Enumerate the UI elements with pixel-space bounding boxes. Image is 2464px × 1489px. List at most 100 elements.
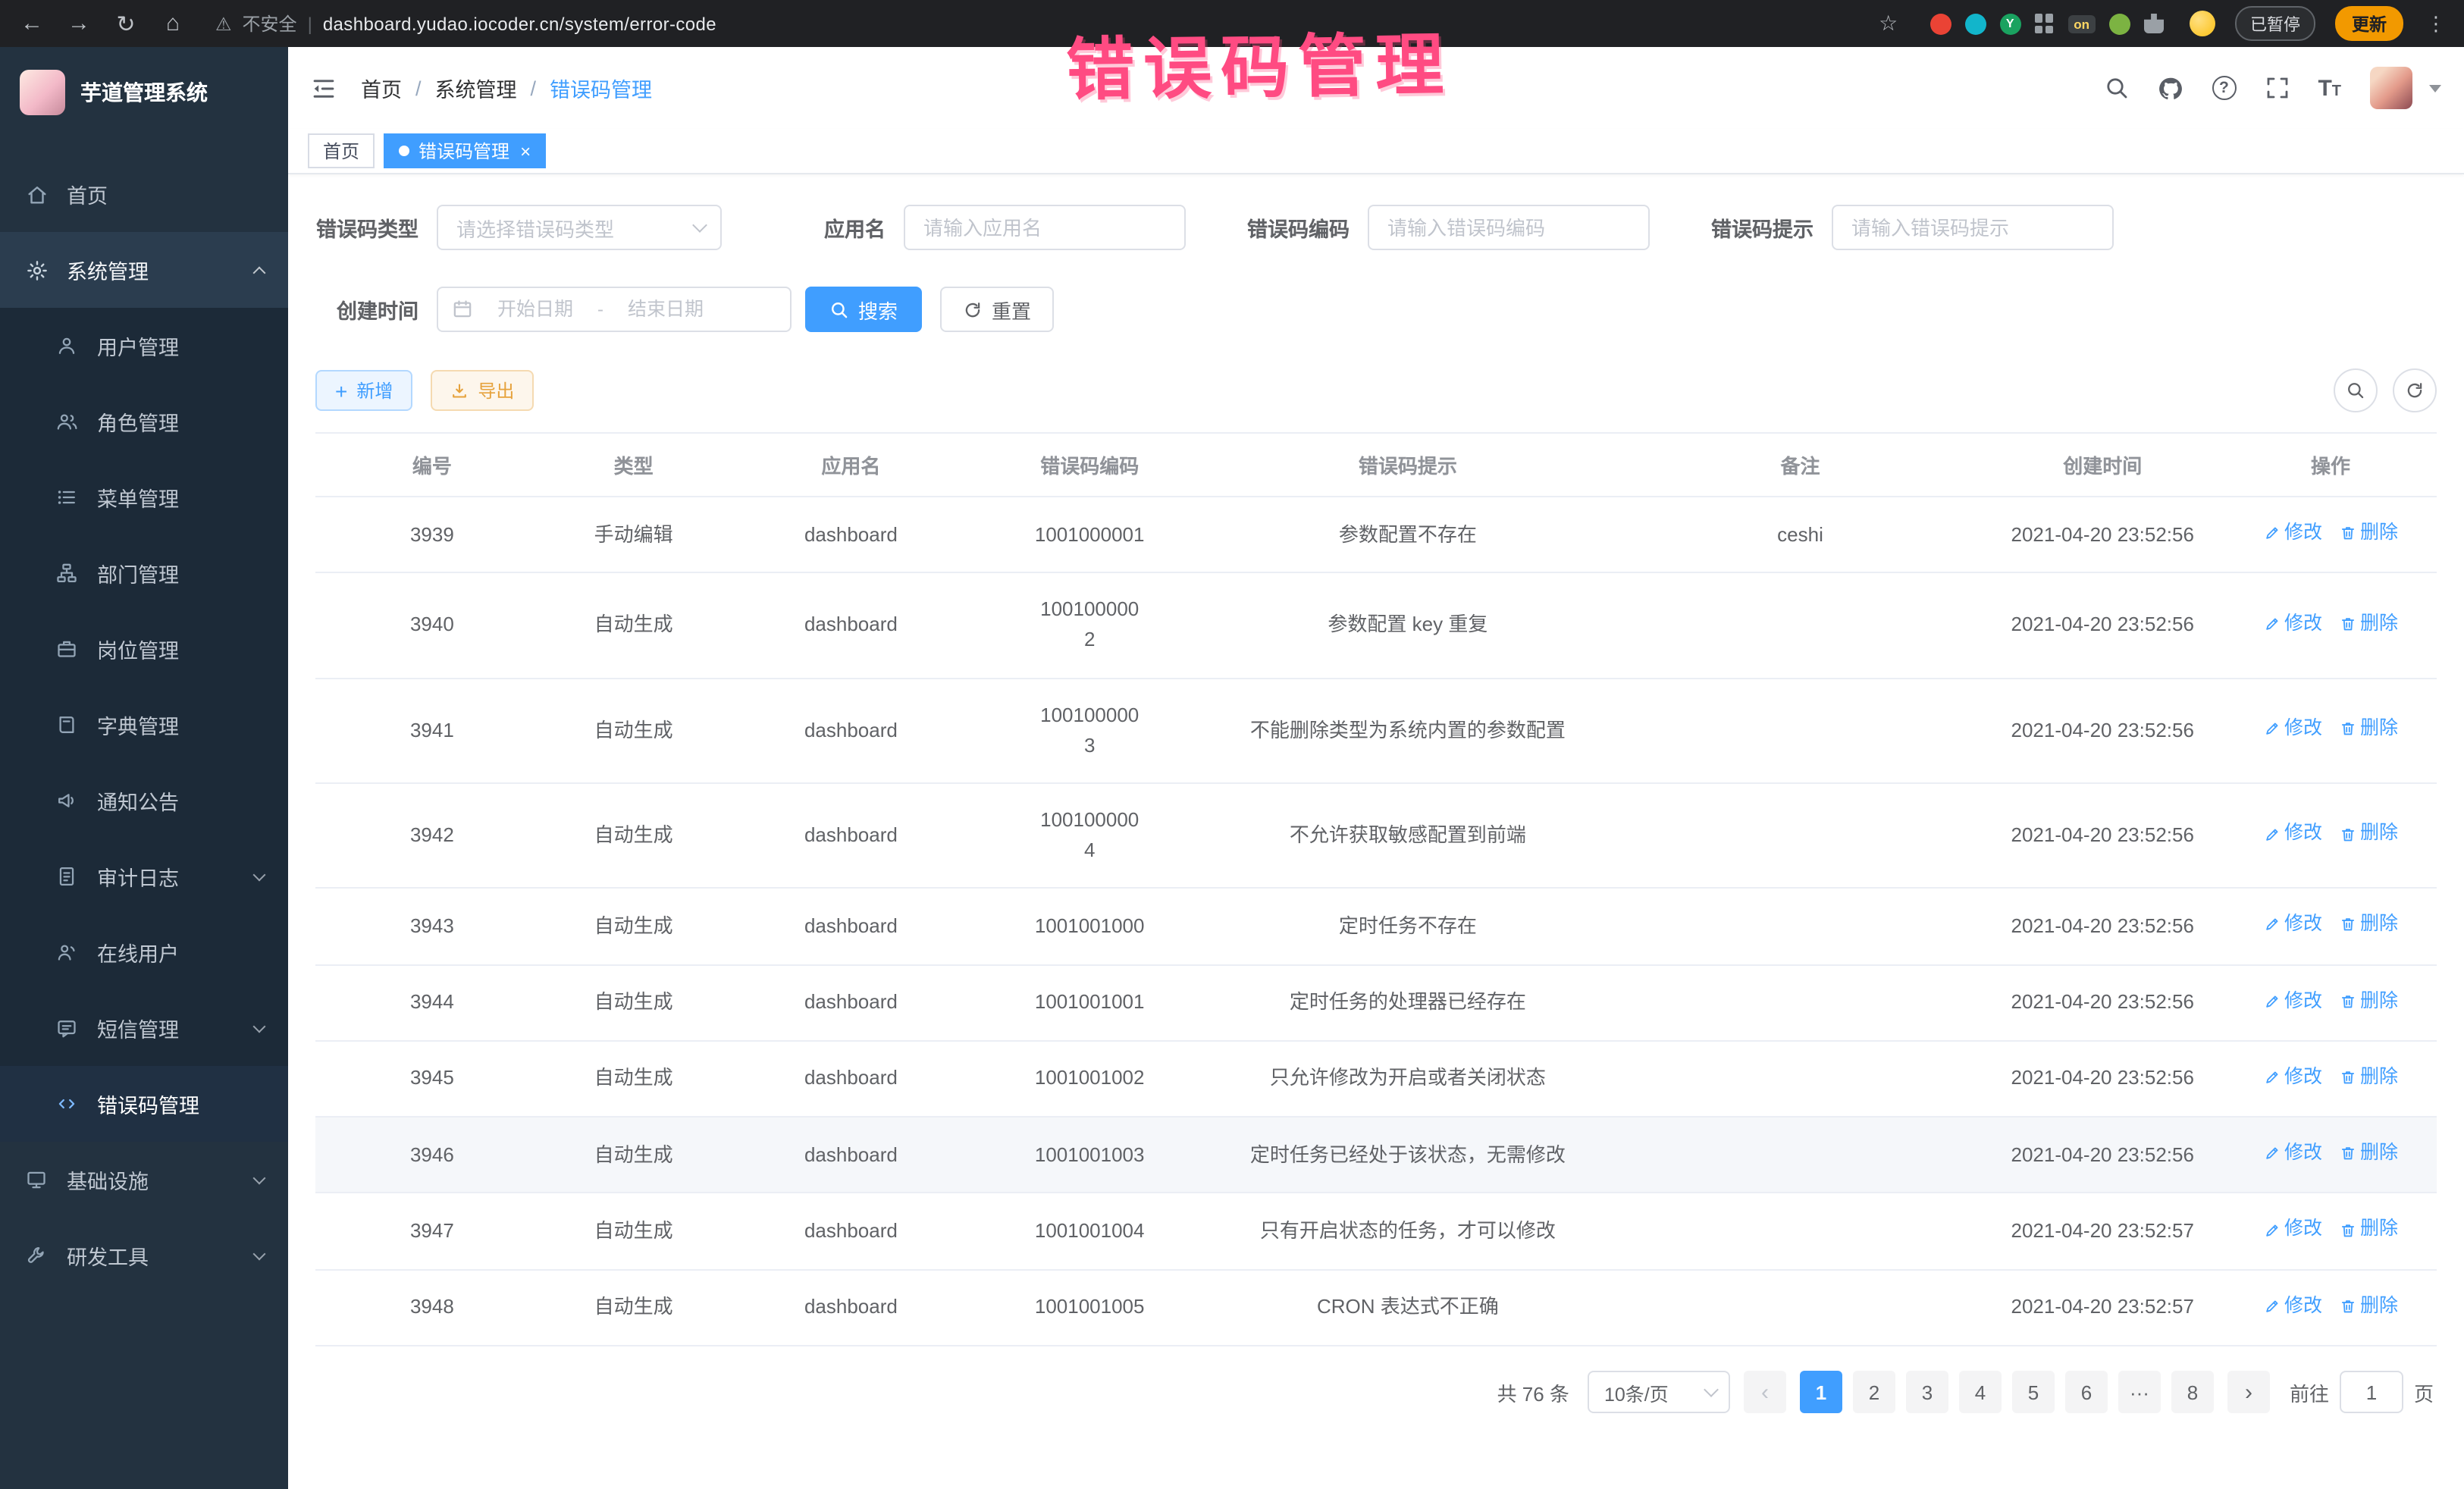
delete-link[interactable]: 删除 <box>2339 519 2398 548</box>
error-hint-input[interactable] <box>1832 205 2114 250</box>
edit-link[interactable]: 修改 <box>2263 610 2322 639</box>
row-hint: 参数配置 key 重复 <box>1196 573 1620 679</box>
help-icon[interactable]: ? <box>2212 76 2236 100</box>
page-button-2[interactable]: 2 <box>1853 1371 1895 1413</box>
sidebar-item-devtool[interactable]: 研发工具 <box>0 1218 288 1293</box>
search-icon[interactable] <box>2104 76 2128 100</box>
row-code: 1001001003 <box>983 1117 1196 1193</box>
edit-link[interactable]: 修改 <box>2263 1215 2322 1245</box>
page-button-1[interactable]: 1 <box>1800 1371 1842 1413</box>
reset-button[interactable]: 重置 <box>940 287 1054 332</box>
sidebar-item-sms[interactable]: 短信管理 <box>0 990 288 1066</box>
extension-on-badge[interactable]: on <box>2067 14 2096 33</box>
edit-link[interactable]: 修改 <box>2263 1063 2322 1092</box>
page-button-6[interactable]: 6 <box>2065 1371 2108 1413</box>
sidebar-item-online-user[interactable]: 在线用户 <box>0 914 288 990</box>
delete-link[interactable]: 删除 <box>2339 1063 2398 1092</box>
page-button-3[interactable]: 3 <box>1906 1371 1948 1413</box>
edit-link[interactable]: 修改 <box>2263 714 2322 744</box>
next-page-button[interactable]: › <box>2227 1371 2270 1413</box>
search-button[interactable]: 搜索 <box>805 287 922 332</box>
refresh-table-button[interactable] <box>2393 368 2437 412</box>
extensions-puzzle-icon[interactable] <box>2144 14 2164 33</box>
sidebar-item-notice[interactable]: 通知公告 <box>0 763 288 839</box>
user-avatar[interactable] <box>2370 67 2412 109</box>
update-button[interactable]: 更新 <box>2335 6 2403 41</box>
sidebar-item-system[interactable]: 系统管理 <box>0 232 288 308</box>
github-icon[interactable] <box>2157 75 2183 101</box>
start-date-input[interactable] <box>479 297 591 321</box>
goto-page-input[interactable] <box>2340 1371 2403 1413</box>
delete-link[interactable]: 删除 <box>2339 610 2398 639</box>
delete-link[interactable]: 删除 <box>2339 1139 2398 1168</box>
sidebar-item-error-code[interactable]: 错误码管理 <box>0 1066 288 1142</box>
delete-link[interactable]: 删除 <box>2339 1215 2398 1245</box>
sidebar-item-infra[interactable]: 基础设施 <box>0 1142 288 1218</box>
extension-green-icon[interactable]: Y <box>1999 13 2020 34</box>
page-button-5[interactable]: 5 <box>2012 1371 2055 1413</box>
breadcrumb-item[interactable]: 首页 <box>361 73 402 103</box>
reload-icon[interactable]: ↻ <box>112 10 140 37</box>
date-range-separator: - <box>597 299 603 320</box>
sidebar-item-audit-log[interactable]: 审计日志 <box>0 839 288 914</box>
page-ellipsis[interactable]: ··· <box>2118 1371 2161 1413</box>
error-code-input[interactable] <box>1368 205 1650 250</box>
chevron-down-icon <box>253 1020 266 1033</box>
edit-link[interactable]: 修改 <box>2263 1139 2322 1168</box>
sidebar-collapse-icon[interactable] <box>311 75 337 101</box>
end-date-input[interactable] <box>610 297 722 321</box>
edit-link[interactable]: 修改 <box>2263 1292 2322 1321</box>
forward-icon[interactable]: → <box>65 11 92 36</box>
page-button-4[interactable]: 4 <box>1959 1371 2002 1413</box>
fullscreen-icon[interactable] <box>2265 76 2289 100</box>
sidebar-item-user[interactable]: 用户管理 <box>0 308 288 384</box>
export-button[interactable]: 导出 <box>431 370 534 411</box>
sidebar-item-home[interactable]: 首页 <box>0 156 288 232</box>
edit-link-label: 修改 <box>2284 714 2322 744</box>
back-icon[interactable]: ← <box>18 11 45 36</box>
extension-lightgreen-icon[interactable] <box>2109 13 2130 34</box>
sidebar-item-dict[interactable]: 字典管理 <box>0 687 288 763</box>
breadcrumb-item[interactable]: 错误码管理 <box>550 73 652 103</box>
logo[interactable]: 芋道管理系统 <box>0 47 288 138</box>
breadcrumb-item[interactable]: 系统管理 <box>435 73 517 103</box>
bookmark-star-icon[interactable]: ☆ <box>1879 11 1898 36</box>
column-header: 编号 <box>315 433 549 497</box>
extension-red-icon[interactable] <box>1930 13 1951 34</box>
sidebar-item-post[interactable]: 岗位管理 <box>0 611 288 687</box>
browser-home-icon[interactable]: ⌂ <box>159 11 187 36</box>
toggle-search-button[interactable] <box>2334 368 2378 412</box>
edit-link[interactable]: 修改 <box>2263 986 2322 1016</box>
paused-badge[interactable]: 已暂停 <box>2235 6 2315 41</box>
tab-close-icon[interactable]: × <box>520 142 531 160</box>
page-button-8[interactable]: 8 <box>2171 1371 2214 1413</box>
add-button[interactable]: + 新增 <box>315 370 412 411</box>
page-size-select[interactable]: 10条/页 <box>1588 1371 1730 1413</box>
tab-错误码管理[interactable]: 错误码管理× <box>384 133 546 168</box>
sidebar-item-role[interactable]: 角色管理 <box>0 384 288 459</box>
row-hint: 不允许获取敏感配置到前端 <box>1196 783 1620 889</box>
extension-teal-icon[interactable] <box>1964 13 1986 34</box>
font-size-icon[interactable]: TT <box>2318 75 2341 101</box>
error-type-select[interactable]: 请选择错误码类型 <box>437 205 722 250</box>
row-remark <box>1620 1270 1981 1346</box>
profile-emoji-avatar[interactable] <box>2190 11 2215 36</box>
app-name-input[interactable] <box>904 205 1186 250</box>
sidebar-item-menu[interactable]: 菜单管理 <box>0 459 288 535</box>
sidebar-item-dept[interactable]: 部门管理 <box>0 535 288 611</box>
delete-link[interactable]: 删除 <box>2339 820 2398 849</box>
prev-page-button[interactable]: ‹ <box>1744 1371 1786 1413</box>
edit-link[interactable]: 修改 <box>2263 519 2322 548</box>
delete-link[interactable]: 删除 <box>2339 910 2398 939</box>
avatar-caret-icon[interactable] <box>2429 84 2441 92</box>
edit-link[interactable]: 修改 <box>2263 820 2322 849</box>
delete-link[interactable]: 删除 <box>2339 714 2398 744</box>
extension-grid-icon[interactable] <box>2034 14 2054 33</box>
edit-link[interactable]: 修改 <box>2263 910 2322 939</box>
date-range-picker[interactable]: - <box>437 287 792 332</box>
browser-menu-icon[interactable]: ⋮ <box>2426 11 2446 36</box>
delete-link[interactable]: 删除 <box>2339 986 2398 1016</box>
tab-首页[interactable]: 首页 <box>308 133 375 168</box>
delete-link[interactable]: 删除 <box>2339 1292 2398 1321</box>
address-bar[interactable]: ⚠ 不安全 | dashboard.yudao.iocoder.cn/syste… <box>215 11 716 36</box>
